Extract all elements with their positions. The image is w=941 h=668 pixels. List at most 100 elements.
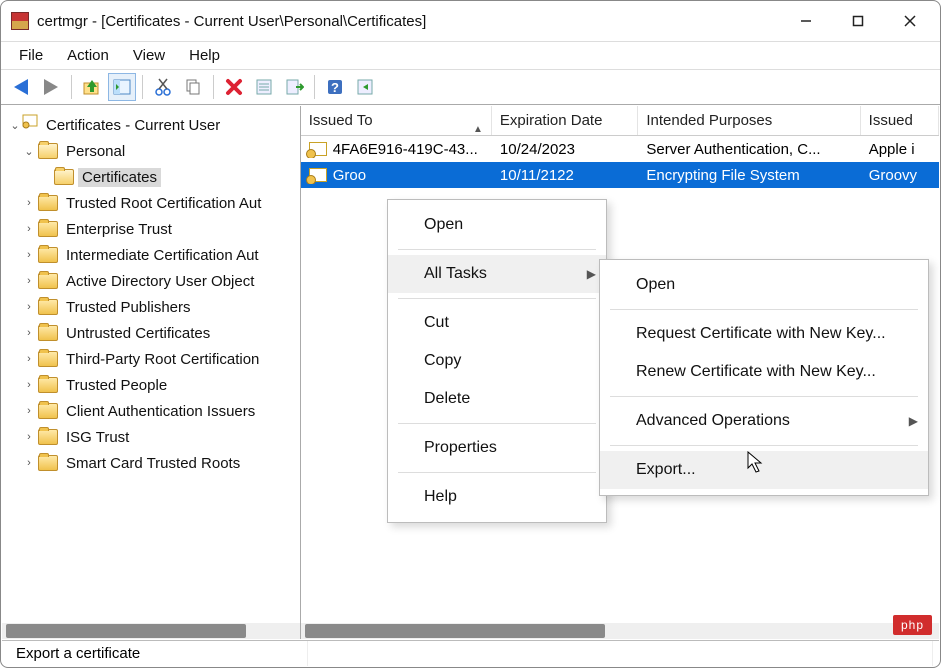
expander-icon[interactable]: › [22,223,36,235]
tree-label: Trusted Root Certification Aut [62,194,265,213]
watermark-badge: php [893,615,932,635]
expander-icon[interactable]: › [22,275,36,287]
maximize-button[interactable] [832,2,884,40]
col-issued-by[interactable]: Issued [861,106,939,135]
tree-root[interactable]: ⌄ Certificates - Current User [6,112,298,138]
tree-view[interactable]: ⌄ Certificates - Current User ⌄ Personal… [2,106,300,623]
expander-icon[interactable]: › [22,431,36,443]
copy-button[interactable] [179,73,207,101]
chevron-right-icon: ▶ [587,267,596,281]
tree-certificates[interactable]: Certificates [6,164,298,190]
sub-open[interactable]: Open [600,266,928,304]
separator [610,445,918,446]
expander-icon[interactable]: › [22,457,36,469]
tree-label: Certificates - Current User [42,116,224,135]
col-purposes[interactable]: Intended Purposes [638,106,860,135]
menu-help[interactable]: Help [177,44,232,67]
ctx-label: All Tasks [424,265,487,283]
sub-advanced-operations[interactable]: Advanced Operations▶ [600,402,928,440]
ctx-cut[interactable]: Cut [388,304,606,342]
tree-hscrollbar[interactable] [2,623,300,639]
tree-item[interactable]: ›Intermediate Certification Aut [6,242,298,268]
export-button[interactable] [280,73,308,101]
help-button[interactable]: ? [321,73,349,101]
expander-icon[interactable]: ⌄ [8,119,22,132]
tree-item[interactable]: ›Third-Party Root Certification [6,346,298,372]
separator [610,309,918,310]
cell-issued-to: 4FA6E916-419C-43... [333,141,478,158]
col-issued-to[interactable]: Issued To▲ [301,106,492,135]
ctx-label: Request Certificate with New Key... [636,325,886,343]
cell-expiration: 10/11/2122 [492,167,638,184]
expander-icon[interactable]: › [22,301,36,313]
menu-action[interactable]: Action [55,44,121,67]
ctx-properties[interactable]: Properties [388,429,606,467]
tree-item[interactable]: › Smart Card Trusted Roots [6,450,298,476]
context-submenu: Open Request Certificate with New Key...… [599,259,929,496]
tree-item[interactable]: ›Trusted Publishers [6,294,298,320]
sub-export[interactable]: Export... [600,451,928,489]
tree-label: Trusted People [62,376,171,395]
expander-icon[interactable]: › [22,197,36,209]
ctx-help[interactable]: Help [388,478,606,516]
refresh-button[interactable] [351,73,379,101]
table-row[interactable]: Groo 10/11/2122 Encrypting File System G… [301,162,939,188]
expander-icon[interactable]: › [22,327,36,339]
properties-button[interactable] [250,73,278,101]
back-button[interactable] [7,73,35,101]
up-button[interactable] [78,73,106,101]
sub-request-new-key[interactable]: Request Certificate with New Key... [600,315,928,353]
ctx-label: Help [424,488,457,506]
certificate-icon [309,168,327,182]
toolbar: ? [1,69,940,105]
statusbar: Export a certificate [2,640,939,666]
ctx-label: Delete [424,390,470,408]
delete-button[interactable] [220,73,248,101]
cell-purposes: Server Authentication, C... [638,141,860,158]
ctx-copy[interactable]: Copy [388,342,606,380]
ctx-open[interactable]: Open [388,206,606,244]
folder-icon [38,221,58,237]
tree-label: ISG Trust [62,428,133,447]
forward-button[interactable] [37,73,65,101]
col-expiration[interactable]: Expiration Date [492,106,638,135]
status-text: Export a certificate [8,641,308,666]
tree-label: Smart Card Trusted Roots [62,454,244,473]
expander-icon[interactable]: › [22,379,36,391]
tree-item[interactable]: › Trusted Root Certification Aut [6,190,298,216]
ctx-label: Renew Certificate with New Key... [636,363,876,381]
cell-issued-by: Apple i [861,141,939,158]
tree-item[interactable]: ›Active Directory User Object [6,268,298,294]
tree-item[interactable]: ›Client Authentication Issuers [6,398,298,424]
minimize-button[interactable] [780,2,832,40]
table-row[interactable]: 4FA6E916-419C-43... 10/24/2023 Server Au… [301,136,939,162]
close-button[interactable] [884,2,936,40]
cell-issued-by: Groovy [861,167,939,184]
expander-icon[interactable]: › [22,405,36,417]
tree-personal[interactable]: ⌄ Personal [6,138,298,164]
tree-item[interactable]: › ISG Trust [6,424,298,450]
folder-open-icon [54,169,74,185]
menu-file[interactable]: File [7,44,55,67]
show-hide-tree-button[interactable] [108,73,136,101]
expander-icon[interactable]: ⌄ [22,145,36,158]
list-hscrollbar[interactable] [301,623,939,639]
window-title: certmgr - [Certificates - Current User\P… [37,13,426,30]
ctx-delete[interactable]: Delete [388,380,606,418]
tree-item[interactable]: › Trusted People [6,372,298,398]
folder-icon [38,429,58,445]
col-label: Issued To [309,112,373,129]
folder-icon [38,403,58,419]
ctx-all-tasks[interactable]: All Tasks ▶ [388,255,606,293]
arrow-right-icon [44,79,58,95]
sub-renew-new-key[interactable]: Renew Certificate with New Key... [600,353,928,391]
tree-item[interactable]: ›Untrusted Certificates [6,320,298,346]
expander-icon[interactable]: › [22,353,36,365]
expander-icon[interactable]: › [22,249,36,261]
arrow-left-icon [14,79,28,95]
tree-item[interactable]: ›Enterprise Trust [6,216,298,242]
column-headers: Issued To▲ Expiration Date Intended Purp… [301,106,939,136]
folder-icon [38,247,58,263]
cut-button[interactable] [149,73,177,101]
menu-view[interactable]: View [121,44,177,67]
